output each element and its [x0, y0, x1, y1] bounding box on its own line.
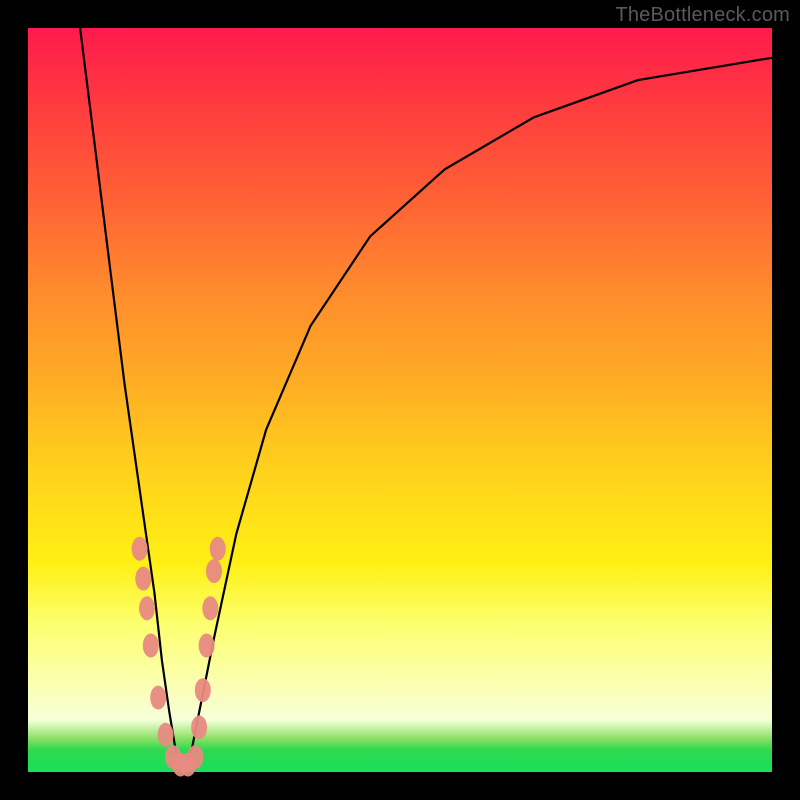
highlight-marker: [158, 723, 174, 747]
curve-layer: [80, 28, 772, 765]
watermark-text: TheBottleneck.com: [615, 4, 790, 27]
highlight-marker: [132, 537, 148, 561]
chart-frame: TheBottleneck.com: [0, 0, 800, 800]
highlight-marker: [139, 596, 155, 620]
highlight-marker: [199, 634, 215, 658]
bottleneck-curve: [80, 28, 772, 765]
highlight-marker: [210, 537, 226, 561]
highlight-marker: [187, 745, 203, 769]
highlight-marker: [150, 686, 166, 710]
highlight-marker: [202, 596, 218, 620]
highlight-marker: [135, 567, 151, 591]
highlight-marker: [143, 634, 159, 658]
highlight-marker: [206, 559, 222, 583]
marker-layer: [132, 537, 226, 777]
highlight-marker: [195, 678, 211, 702]
plot-area: [28, 28, 772, 772]
highlight-marker: [191, 715, 207, 739]
chart-svg: [28, 28, 772, 772]
